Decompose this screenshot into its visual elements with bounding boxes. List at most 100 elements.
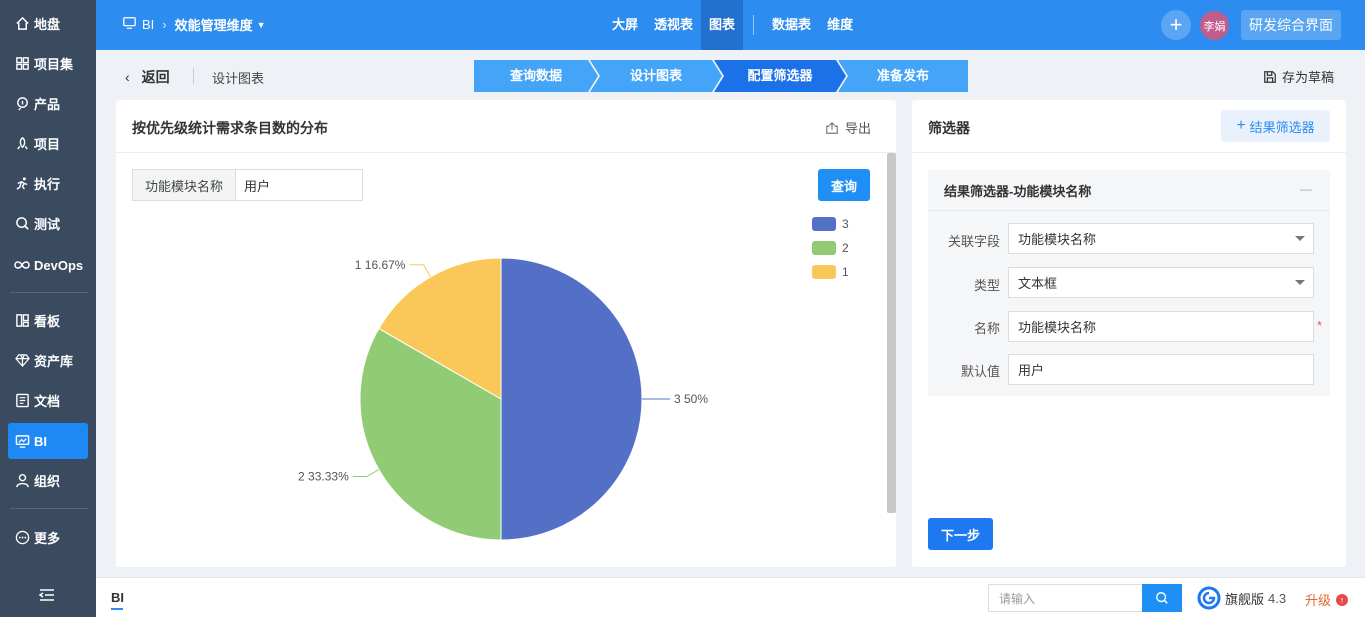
project-icon [14,135,30,151]
pie-label-line-2 [352,469,380,478]
step-design-chart[interactable]: 设计图表 [590,60,722,92]
monitor-icon [14,433,30,449]
pie-label-2: 2 33.33% [298,470,349,484]
doc-icon [14,392,30,408]
divider [928,210,1330,211]
sidebar-item-label: 项目 [34,136,61,152]
version-label: 4.3 [1268,590,1287,606]
tab-dimension[interactable]: 维度 [819,0,861,50]
caret-down-icon [1295,280,1305,285]
chart-scrollbar[interactable] [887,153,896,513]
create-button[interactable]: + [1161,10,1191,40]
sidebar-item-test[interactable]: 测试 [8,205,88,241]
sidebar-item-dashboard[interactable]: 地盘 [8,5,88,41]
tab-chart[interactable]: 图表 [701,0,744,50]
pie-label-3: 3 50% [674,392,708,406]
name-input[interactable]: 功能模块名称 [1008,311,1314,342]
select-value: 文本框 [1018,276,1058,291]
field-label-type: 类型 [973,278,1000,293]
pie-label-1: 1 16.67% [355,258,406,272]
scrollbar-thumb[interactable] [887,153,896,513]
sidebar-divider [10,292,88,293]
tab-underline [111,608,123,610]
sidebar-item-label: 测试 [34,216,61,232]
top-nav: 大屏 透视表 图表 数据表 维度 [604,0,861,50]
step-publish[interactable]: 准备发布 [838,60,968,92]
tab-screen[interactable]: 大屏 [604,0,646,50]
workspace-switch-button[interactable]: 研发综合界面 [1241,10,1341,40]
diamond-icon [14,352,30,368]
legend-label-1[interactable]: 1 [842,265,849,279]
sidebar-item-kanban[interactable]: 看板 [8,302,88,338]
sidebar-item-program[interactable]: 项目集 [8,45,88,81]
legend-label-3[interactable]: 3 [842,217,849,231]
upgrade-label: 升级 [1305,593,1332,608]
caret-down-icon [1295,236,1305,241]
sidebar-item-assets[interactable]: 资产库 [8,342,88,378]
chevron-left-icon: ‹ [125,69,130,85]
next-step-button[interactable]: 下一步 [928,518,993,550]
filter-panel: 筛选器 + 结果筛选器 结果筛选器-功能模块名称 — 关联字段 功能模块名称 类… [912,100,1346,567]
back-button[interactable]: ‹ 返回 [125,67,170,87]
sidebar-item-more[interactable]: 更多 [8,519,88,555]
input-value: 功能模块名称 [1018,320,1097,335]
sidebar-item-docs[interactable]: 文档 [8,382,88,418]
dimension-title[interactable]: 效能管理维度 [175,15,253,34]
sidebar-item-label: 资产库 [34,353,74,369]
upgrade-button[interactable]: 升级 ↑ [1305,590,1349,609]
legend-swatch-2[interactable] [812,241,836,255]
menu-collapse-icon[interactable] [38,586,56,604]
sidebar-item-label: 看板 [34,313,61,329]
divider [116,152,896,153]
query-button[interactable]: 查询 [818,169,870,201]
save-draft-label: 存为草稿 [1282,70,1335,85]
sidebar-item-devops[interactable]: DevOps [8,247,88,283]
breadcrumb-module[interactable]: BI [142,17,154,32]
tab-datatable[interactable]: 数据表 [764,0,819,50]
header-divider [193,68,194,84]
legend-swatch-3[interactable] [812,217,836,231]
back-label: 返回 [141,69,170,85]
filter-card: 结果筛选器-功能模块名称 — 关联字段 功能模块名称 类型 文本框 名称 功能模… [928,170,1330,396]
grid-icon [14,55,30,71]
export-button[interactable]: 导出 [825,118,871,137]
sidebar-divider [10,508,88,509]
save-draft-button[interactable]: 存为草稿 [1263,67,1334,86]
field-label-related: 关联字段 [947,234,1000,249]
collapse-icon[interactable]: — [1300,182,1312,196]
sidebar-item-project[interactable]: 项目 [8,125,88,161]
caret-down-icon[interactable]: ▼ [257,20,266,30]
step-configure-filter[interactable]: 配置筛选器 [714,60,846,92]
search-input[interactable]: 请输入 [988,584,1143,612]
user-icon [14,472,30,488]
default-value-input[interactable]: 用户 [1008,354,1314,385]
legend-label-2[interactable]: 2 [842,241,849,255]
kanban-icon [14,312,30,328]
filter-label: 功能模块名称 [133,170,236,200]
export-label: 导出 [845,121,872,136]
field-label-name: 名称 [973,321,1000,336]
sidebar-item-product[interactable]: 产品 [8,85,88,121]
step-query-data[interactable]: 查询数据 [474,60,598,92]
export-icon [826,121,838,134]
pie-slice-3[interactable] [500,257,643,541]
legend-swatch-1[interactable] [812,265,836,279]
bottom-tab-bi[interactable]: BI [111,590,124,605]
add-result-filter-button[interactable]: + 结果筛选器 [1221,110,1330,142]
sidebar-item-bi[interactable]: BI [8,423,88,459]
search-icon [1156,592,1168,604]
sidebar-item-org[interactable]: 组织 [8,462,88,498]
sidebar-item-execution[interactable]: 执行 [8,165,88,201]
sidebar-item-label: 产品 [34,96,61,112]
avatar[interactable]: 李娟 [1200,11,1229,40]
related-field-select[interactable]: 功能模块名称 [1008,223,1314,254]
type-select[interactable]: 文本框 [1008,267,1314,298]
save-icon [1264,70,1276,83]
filter-input[interactable]: 用户 [236,170,362,200]
search-button[interactable] [1142,584,1182,612]
run-icon [14,175,30,191]
more-icon [14,529,30,545]
infinity-icon [14,257,30,273]
tab-pivot[interactable]: 透视表 [646,0,701,50]
chart-panel: 按优先级统计需求条目数的分布 导出 功能模块名称 用户 查询 3 50% 2 33… [116,100,896,567]
